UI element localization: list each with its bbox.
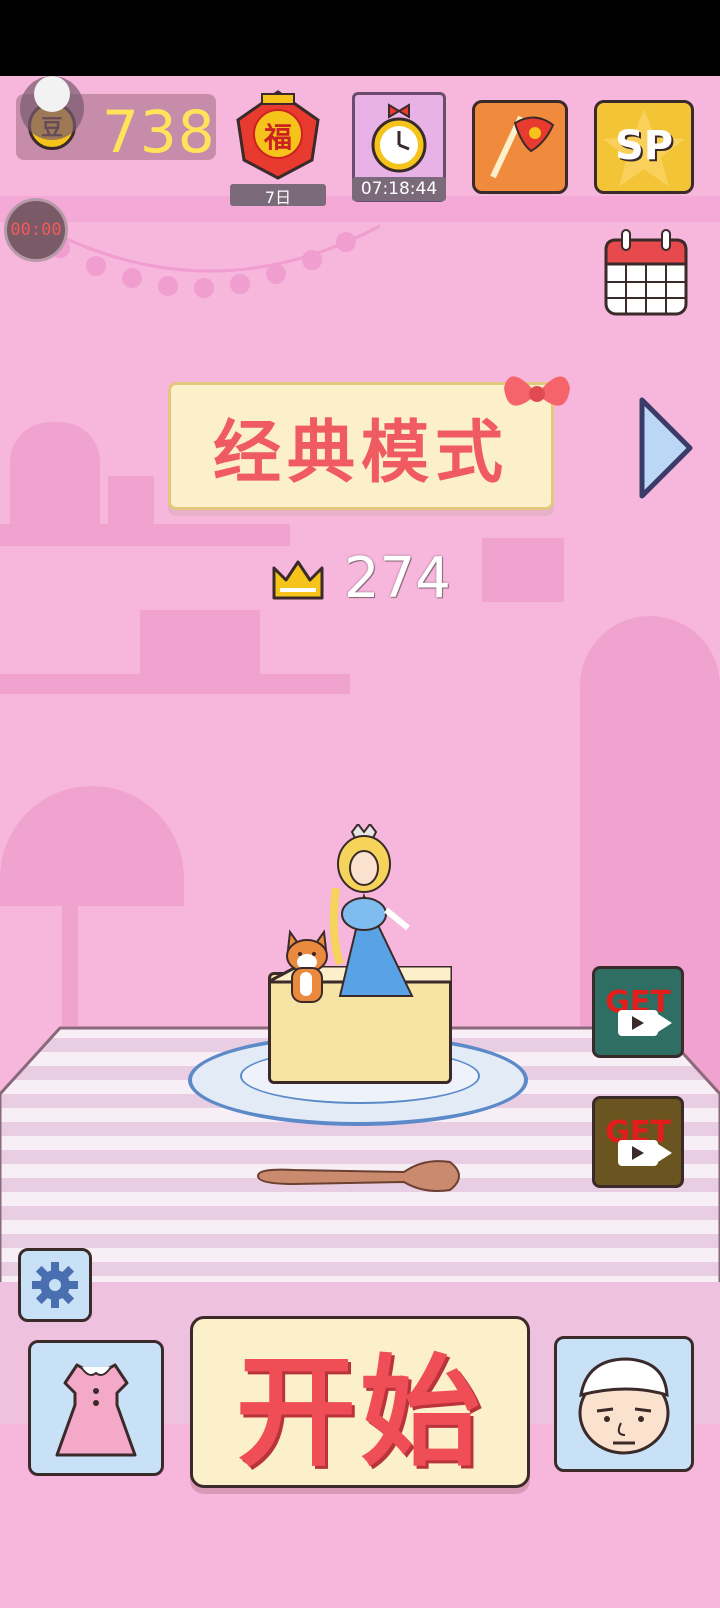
- lantern-days: 7日: [230, 184, 326, 207]
- flag-icon: [490, 115, 555, 179]
- get-reward-button-2[interactable]: GET: [592, 1096, 684, 1188]
- bg-bunting: [40, 224, 380, 298]
- dress-button[interactable]: [28, 1340, 164, 1476]
- clock-event-button[interactable]: 07:18:44: [352, 92, 446, 202]
- chef-button[interactable]: [554, 1336, 694, 1472]
- crown-icon: [272, 560, 324, 600]
- bow-icon: [504, 376, 570, 406]
- bg-lamp-shade: [0, 786, 184, 906]
- bg-shelf-2: [0, 674, 350, 694]
- gear-icon: [32, 1262, 78, 1308]
- coin-amount: 738: [102, 98, 216, 166]
- shiba-dog: [286, 929, 328, 1003]
- video-camera-icon: [618, 1140, 672, 1166]
- bg-teddy: [10, 422, 100, 532]
- bg-frame: [482, 538, 564, 602]
- get-reward-button-1[interactable]: GET: [592, 966, 684, 1058]
- start-button[interactable]: 开始: [190, 1316, 530, 1488]
- next-mode-button[interactable]: [636, 396, 696, 500]
- sp-button[interactable]: SP: [594, 100, 694, 194]
- calendar-button[interactable]: [600, 228, 692, 320]
- lantern-char: 福: [263, 121, 292, 154]
- floating-assist-button[interactable]: [20, 76, 84, 140]
- sp-label: SP: [614, 123, 674, 169]
- chevron-right-icon: [639, 397, 693, 499]
- settings-button[interactable]: [18, 1248, 92, 1322]
- mode-title: 经典模式: [212, 413, 509, 493]
- bg-lamp-pole: [62, 906, 78, 1026]
- clock-countdown: 07:18:44: [352, 177, 446, 201]
- timer-badge: 00:00: [4, 198, 68, 262]
- bg-books: [140, 610, 260, 674]
- start-label: 开始: [236, 1344, 484, 1483]
- game-screen: 豆 738 00:00 福 7日 07:18:44: [0, 76, 720, 1608]
- video-camera-icon: [618, 1010, 672, 1036]
- chef-icon: [578, 1357, 670, 1455]
- calendar-icon: [604, 229, 688, 316]
- best-score: 274: [344, 546, 451, 611]
- bg-box: [108, 476, 154, 524]
- flag-button[interactable]: [472, 100, 568, 194]
- spoon: [256, 1160, 460, 1192]
- mode-card[interactable]: 经典模式: [168, 382, 554, 510]
- dress-icon: [55, 1363, 137, 1457]
- alarm-clock-icon: [371, 103, 427, 173]
- lantern-event-button[interactable]: 福: [232, 90, 324, 182]
